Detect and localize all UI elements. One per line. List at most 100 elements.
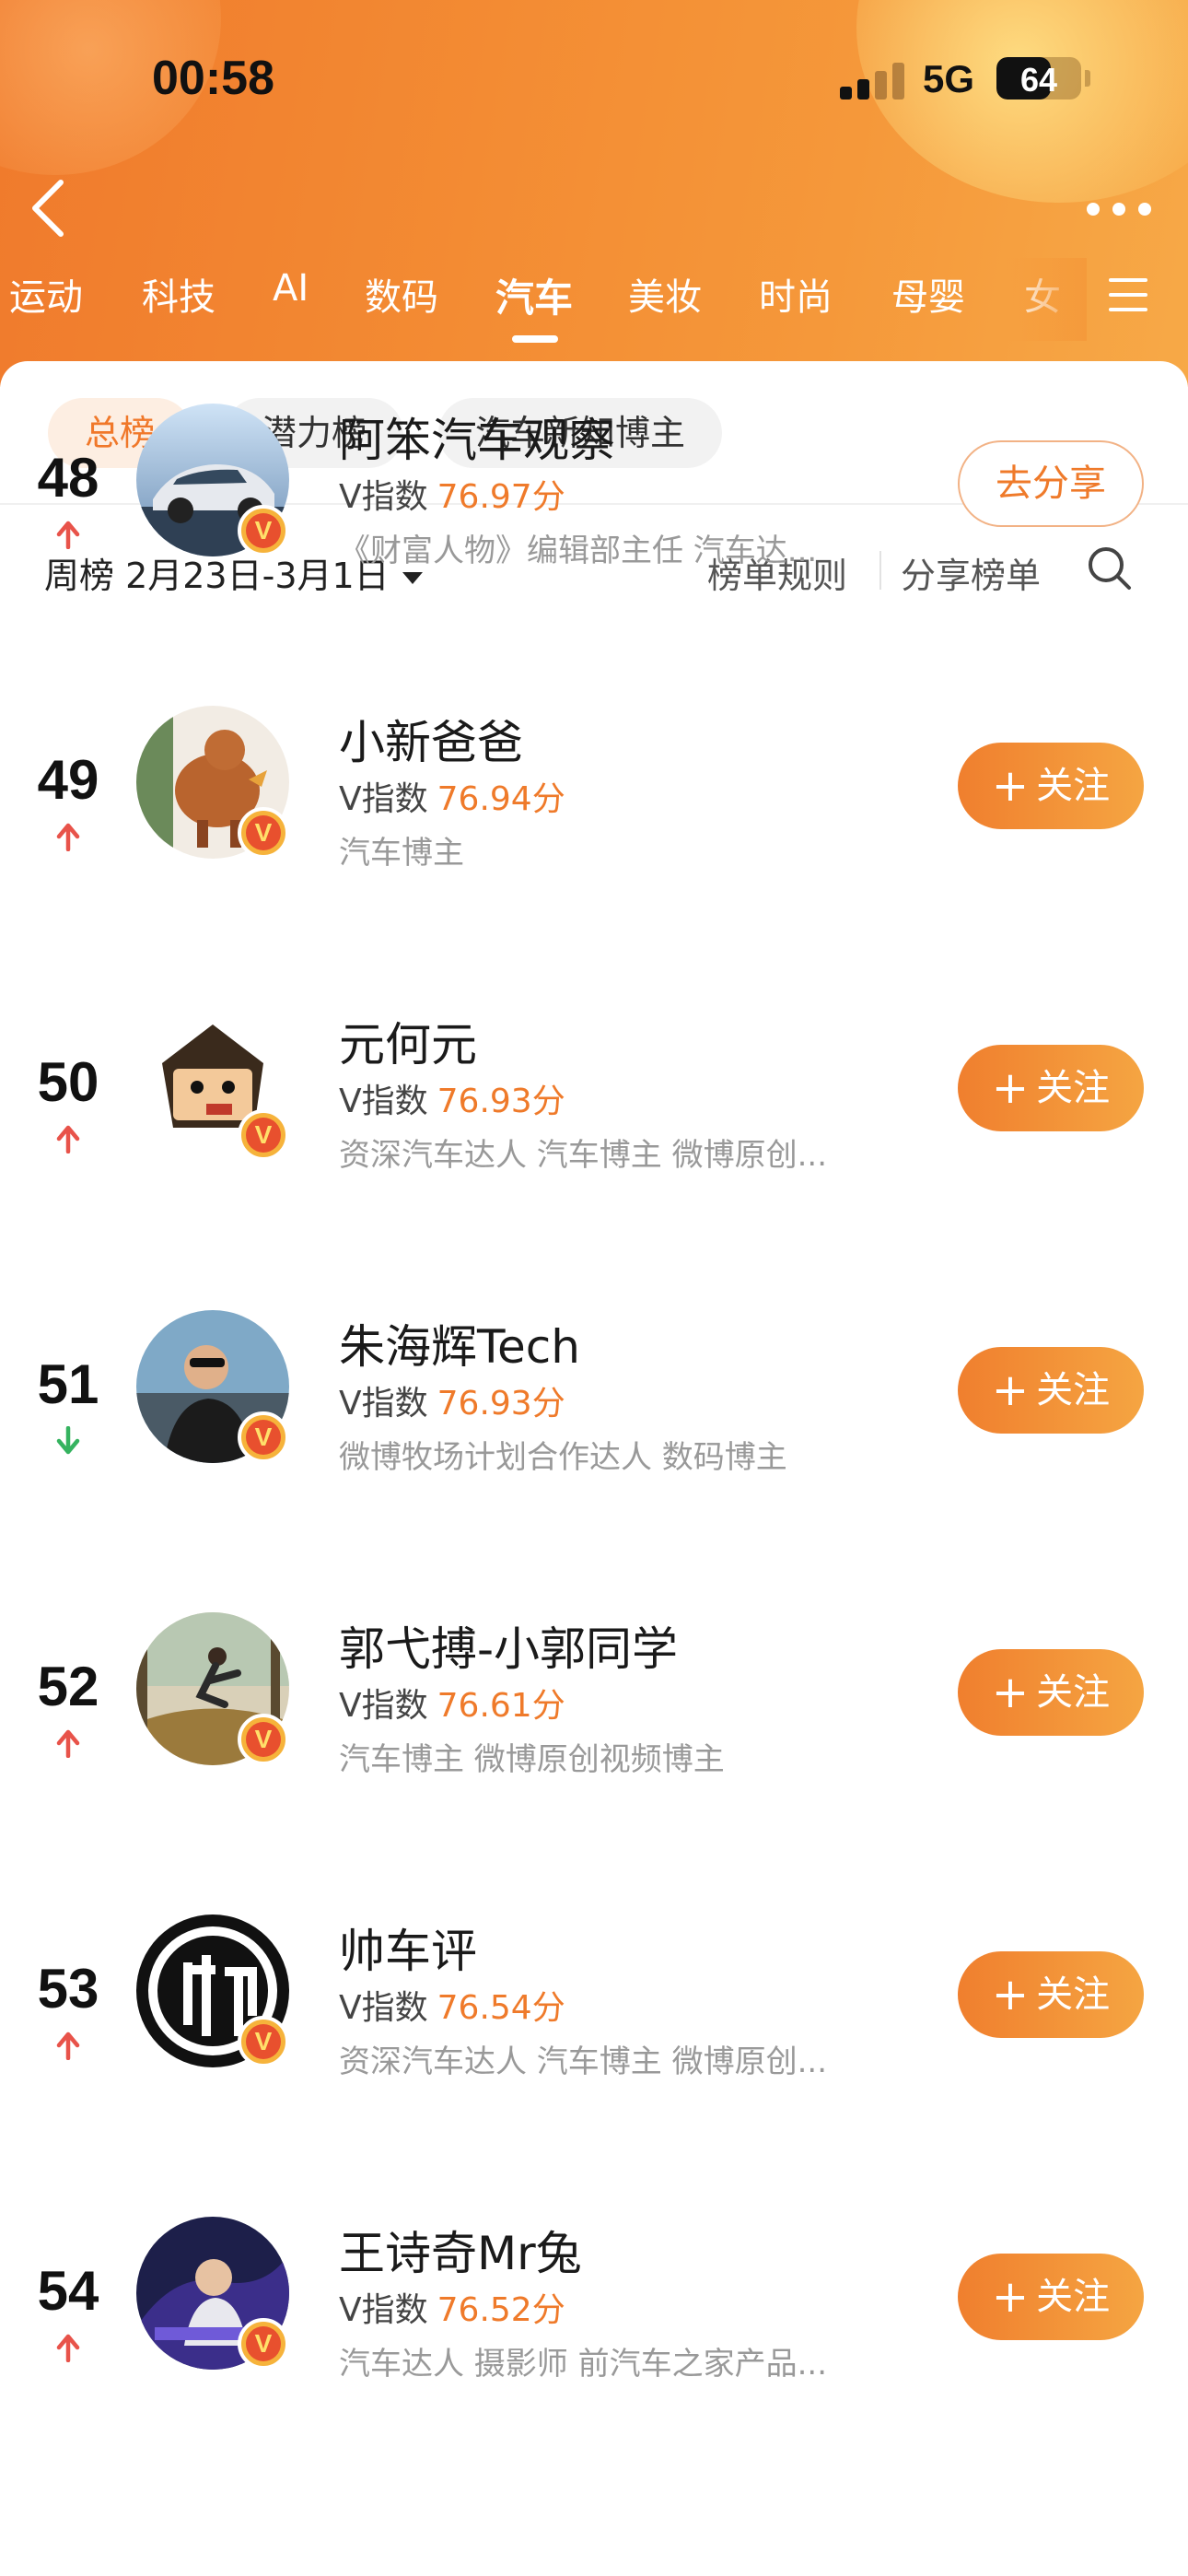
v-index-label: V指数: [339, 1687, 428, 1725]
trend-up-icon: [55, 520, 81, 550]
follow-button[interactable]: + 关注: [958, 1347, 1144, 1434]
blogger-description: 汽车博主: [339, 835, 464, 872]
status-time: 00:58: [152, 52, 274, 105]
signal-icon: [840, 61, 906, 100]
menu-icon[interactable]: [1109, 278, 1147, 311]
battery-icon: 64: [996, 57, 1081, 100]
follow-button[interactable]: + 关注: [958, 743, 1144, 829]
blogger-name[interactable]: 小新爸爸: [339, 706, 523, 772]
tab-digital[interactable]: 数码: [365, 267, 438, 321]
rank-number: 50: [37, 1051, 99, 1113]
blogger-description: 汽车达人 摄影师 前汽车之家产品...: [339, 2346, 828, 2383]
plus-icon: +: [991, 1062, 1030, 1114]
verified-badge-icon: V: [238, 505, 289, 556]
rank-number: 52: [37, 1656, 99, 1717]
v-index-label: V指数: [339, 1385, 428, 1423]
category-tabs: 运动 科技 AI 数码 汽车 美妆 时尚 母婴 女: [0, 267, 1105, 332]
verified-badge-icon: V: [238, 2318, 289, 2370]
plus-icon: +: [991, 1364, 1030, 1416]
follow-button[interactable]: + 关注: [958, 1951, 1144, 2038]
verified-badge-icon: V: [238, 1714, 289, 1765]
blogger-description: 资深汽车达人 汽车博主 微博原创...: [339, 2043, 828, 2080]
back-icon[interactable]: [22, 175, 74, 241]
battery-level: 64: [1019, 61, 1058, 99]
trend-up-icon: [55, 822, 81, 852]
list-item[interactable]: 50 V 元何元 V指数 76.93分 资深汽车达人 汽车博主 微博原创... +…: [0, 1008, 1188, 1277]
verified-badge-icon: V: [238, 1109, 289, 1161]
list-item[interactable]: 53 V 帅车评 V指数 76.54分 资深汽车达人 汽车博主 微博原创... +…: [0, 1914, 1188, 2184]
list-item[interactable]: 48 V 阿笨汽车观察 V指数 76.97分 《财富人物》编辑部主任 汽车达...…: [0, 404, 1188, 673]
rank-number: 48: [37, 447, 99, 509]
plus-icon: +: [991, 2271, 1030, 2323]
tab-auto[interactable]: 汽车: [495, 267, 573, 323]
rank-number: 49: [37, 749, 99, 811]
list-item[interactable]: 49 V 小新爸爸 V指数 76.94分 汽车博主 + 关注: [0, 706, 1188, 975]
rank-number: 53: [37, 1958, 99, 2020]
verified-badge-icon: V: [238, 807, 289, 859]
follow-label: 关注: [1036, 1973, 1111, 2016]
follow-label: 关注: [1036, 765, 1111, 807]
trend-down-icon: [55, 1425, 81, 1456]
blogger-description: 资深汽车达人 汽车博主 微博原创...: [339, 1137, 828, 1174]
trend-up-icon: [55, 1728, 81, 1759]
more-icon[interactable]: [1083, 195, 1157, 223]
v-index-label: V指数: [339, 1083, 428, 1120]
v-index: V指数 76.61分: [339, 1679, 565, 1727]
follow-label: 关注: [1036, 2276, 1111, 2318]
v-index-score: 76.97分: [437, 478, 565, 516]
v-index-label: V指数: [339, 478, 428, 516]
blogger-name[interactable]: 王诗奇Mr兔: [339, 2217, 582, 2283]
tab-ai[interactable]: AI: [273, 267, 309, 310]
v-index-score: 76.93分: [437, 1385, 565, 1423]
follow-button[interactable]: + 关注: [958, 2254, 1144, 2340]
plus-icon: +: [991, 760, 1030, 812]
v-index-label: V指数: [339, 2291, 428, 2329]
follow-button[interactable]: + 关注: [958, 1045, 1144, 1131]
rank-number: 54: [37, 2260, 99, 2322]
blogger-name[interactable]: 郭弋搏-小郭同学: [339, 1612, 678, 1679]
v-index: V指数 76.97分: [339, 470, 565, 518]
tab-beauty[interactable]: 美妆: [628, 267, 702, 321]
verified-badge-icon: V: [238, 2016, 289, 2067]
v-index: V指数 76.93分: [339, 1376, 565, 1424]
v-index: V指数 76.54分: [339, 1981, 565, 2029]
verified-badge-icon: V: [238, 1411, 289, 1463]
list-item[interactable]: 54 V 王诗奇Mr兔 V指数 76.52分 汽车达人 摄影师 前汽车之家产品..…: [0, 2217, 1188, 2486]
share-button[interactable]: 去分享: [958, 440, 1144, 527]
list-item[interactable]: 51 V 朱海辉Tech V指数 76.93分 微博牧场计划合作达人 数码博主 +…: [0, 1310, 1188, 1579]
trend-up-icon: [55, 1124, 81, 1154]
v-index: V指数 76.94分: [339, 772, 565, 820]
blogger-description: 《财富人物》编辑部主任 汽车达...: [339, 533, 818, 569]
plus-icon: +: [991, 1969, 1030, 2020]
blogger-name[interactable]: 阿笨汽车观察: [339, 404, 615, 470]
v-index: V指数 76.93分: [339, 1074, 565, 1122]
follow-label: 关注: [1036, 1369, 1111, 1411]
blogger-name[interactable]: 帅车评: [339, 1914, 477, 1981]
follow-button[interactable]: + 关注: [958, 1649, 1144, 1736]
tabs-fade: [1004, 258, 1087, 341]
tab-tech[interactable]: 科技: [142, 267, 215, 321]
blogger-name[interactable]: 朱海辉Tech: [339, 1310, 580, 1376]
trend-up-icon: [55, 2333, 81, 2363]
trend-up-icon: [55, 2031, 81, 2061]
plus-icon: +: [991, 1667, 1030, 1718]
v-index: V指数 76.52分: [339, 2283, 565, 2331]
tab-maternal[interactable]: 母婴: [891, 267, 965, 321]
v-index-label: V指数: [339, 1989, 428, 2027]
follow-label: 关注: [1036, 1671, 1111, 1714]
tab-fashion[interactable]: 时尚: [759, 267, 833, 321]
network-label: 5G: [923, 57, 975, 100]
list-item[interactable]: 52 V 郭弋搏-小郭同学 V指数 76.61分 汽车博主 微博原创视频博主 + 关…: [0, 1612, 1188, 1881]
v-index-score: 76.61分: [437, 1687, 565, 1725]
v-index-score: 76.52分: [437, 2291, 565, 2329]
decor-blob: [856, 0, 1188, 203]
rank-number: 51: [37, 1353, 99, 1415]
blogger-name[interactable]: 元何元: [339, 1008, 477, 1074]
v-index-score: 76.94分: [437, 780, 565, 818]
active-tab-indicator: [512, 335, 558, 343]
v-index-score: 76.93分: [437, 1083, 565, 1120]
blogger-description: 微博牧场计划合作达人 数码博主: [339, 1439, 787, 1476]
blogger-description: 汽车博主 微博原创视频博主: [339, 1741, 725, 1778]
v-index-label: V指数: [339, 780, 428, 818]
tab-sports[interactable]: 运动: [9, 267, 83, 321]
